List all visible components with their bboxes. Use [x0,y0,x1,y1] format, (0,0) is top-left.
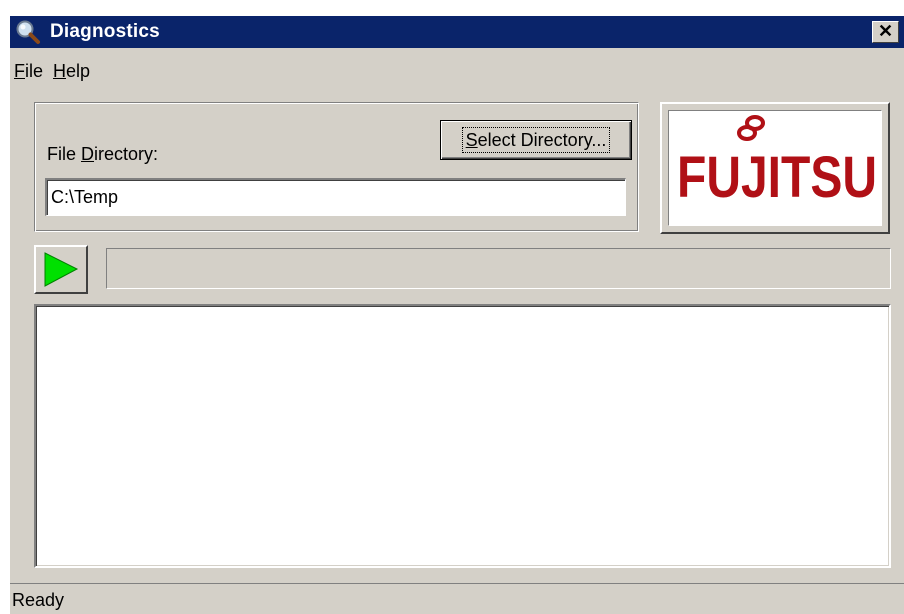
magnifier-icon [15,19,41,45]
file-directory-label-rest: irectory: [94,144,159,164]
menu-file[interactable]: File [14,61,43,81]
file-directory-input[interactable]: C:\Temp [45,178,626,216]
select-directory-mnemonic: S [465,130,478,150]
menu-file-label: ile [25,61,44,81]
menu-help[interactable]: Help [53,61,90,81]
status-text: Ready [12,590,65,610]
logo-wordmark: FUJITSU [677,145,877,210]
logo-panel: FUJITSU [668,110,882,226]
close-button[interactable]: ✕ [872,21,899,43]
fujitsu-logo: FUJITSU [660,102,890,234]
menu-bar: File Help [10,48,904,88]
file-directory-label: File Directory: [47,144,158,165]
select-directory-label-rest: elect Directory... [477,130,607,150]
title-bar[interactable]: Diagnostics ✕ [10,16,904,48]
menu-help-mnemonic: H [53,61,66,81]
fujitsu-logo-graphic: FUJITSU [677,115,877,210]
progress-bar [106,248,891,289]
close-icon: ✕ [877,21,894,41]
select-directory-button[interactable]: Select Directory... [440,120,632,160]
run-button[interactable] [34,245,88,294]
log-output[interactable] [34,304,891,568]
menu-help-label: elp [66,61,91,81]
diagnostics-window: Diagnostics ✕ File Help File Directory: … [10,16,904,614]
status-bar: Ready [10,583,904,614]
play-icon [44,252,79,287]
select-directory-button-label: Select Directory... [461,127,611,153]
file-directory-label-mnemonic: D [81,144,95,164]
window-title: Diagnostics [50,21,160,42]
file-directory-label-prefix: File [47,144,82,164]
menu-file-mnemonic: F [14,61,25,81]
